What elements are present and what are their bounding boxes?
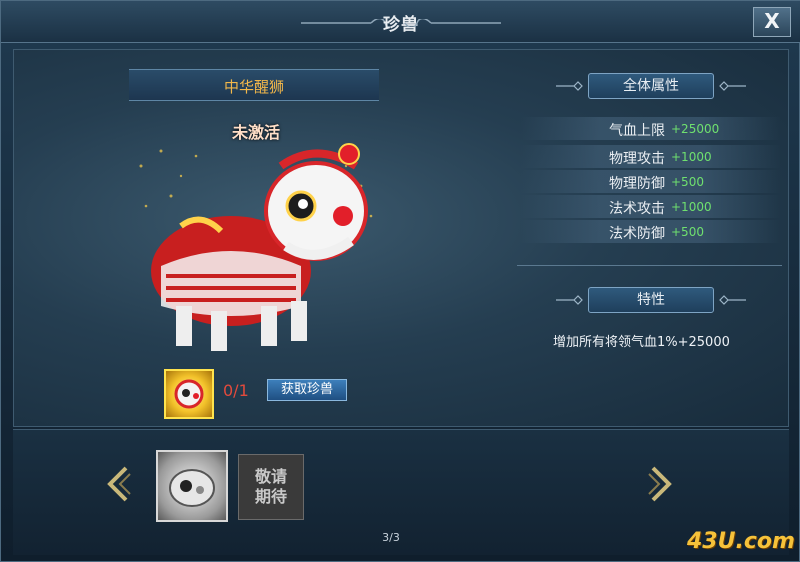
attribute-value: +1000 [671,150,712,164]
attributes-header-label: 全体属性 [588,73,714,99]
fragment-count: 0/1 [223,381,249,400]
trait-header: 特性 [556,287,746,313]
attribute-label: 物理防御 [609,176,665,192]
attribute-label: 法术防御 [609,226,665,242]
attribute-row: 法术防御 +500 [521,220,781,243]
next-arrow-icon[interactable] [647,466,673,502]
trait-description: 增加所有将领气血1%+25000 [553,335,730,350]
section-divider [517,265,782,266]
page-indicator: 3/3 [382,531,400,544]
trait-header-label: 特性 [588,287,714,313]
attribute-label: 气血上限 [609,123,665,139]
attribute-value: +500 [671,175,704,189]
attribute-row: 气血上限 +25000 [521,117,781,140]
header-ornament-right-icon [719,295,746,305]
attribute-row: 物理防御 +500 [521,170,781,193]
title-ornament-right-icon [404,19,501,27]
attribute-value: +1000 [671,200,712,214]
attribute-row: 物理攻击 +1000 [521,145,781,168]
beast-name: 中华醒狮 [223,78,284,96]
beast-name-banner: 中华醒狮 [129,69,379,101]
attribute-label: 法术攻击 [609,201,665,217]
lion-thumbnail-icon [169,469,215,507]
header-ornament-left-icon [556,295,583,305]
beast-fragment-slot[interactable] [164,369,214,419]
coming-soon-line2: 期待 [254,487,287,506]
coming-soon-line1: 敬请 [254,467,287,486]
coming-soon-slot[interactable]: 敬请 期待 [238,454,304,520]
site-watermark-logo: 43U.com [687,529,795,554]
attribute-row: 法术攻击 +1000 [521,195,781,218]
attribute-label: 物理攻击 [609,151,665,167]
close-button[interactable]: X [753,7,791,37]
attribute-value: +25000 [671,122,720,136]
attribute-value: +500 [671,225,704,239]
header-ornament-right-icon [719,81,746,91]
lion-fragment-icon [174,379,204,409]
title-bar: 珍兽 X [1,1,800,43]
header-ornament-left-icon [556,81,583,91]
lion-dance-beast-icon [139,143,373,351]
obtain-beast-button[interactable]: 获取珍兽 [267,379,347,401]
previous-arrow-icon[interactable] [106,466,132,502]
beast-thumbnail-selected[interactable] [156,450,228,522]
attributes-header: 全体属性 [556,73,746,99]
zhenshou-window: 珍兽 X 中华醒狮 未激活 0/1 获取珍兽 全体属性 气血上限 +25000 … [0,0,800,562]
